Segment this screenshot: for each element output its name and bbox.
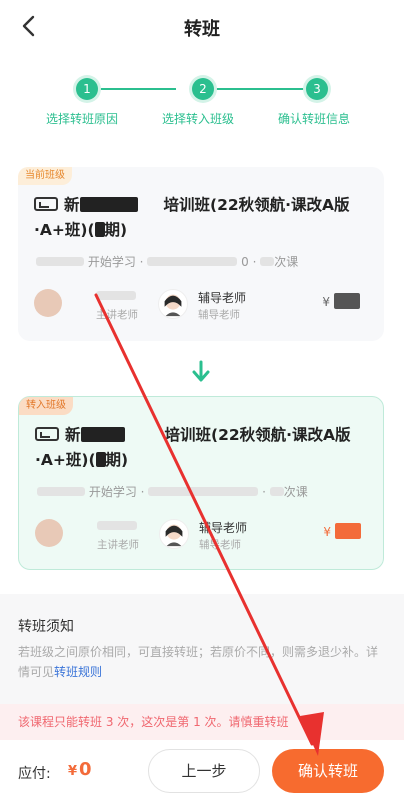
current-class-card: 当前班级 新培训班(22秋领航·课改A版·A+班)(期) 开始学习 · 0 · … (18, 167, 384, 341)
teacher-role: 主讲老师 (97, 539, 139, 551)
step-2-label: 选择转入班级 (162, 112, 235, 126)
step-3-circle: 3 (306, 78, 328, 100)
current-class-tag: 当前班级 (18, 167, 72, 185)
current-class-price: ¥ (322, 293, 360, 309)
target-class-meta: 开始学习 · · 次课 (37, 483, 308, 500)
down-arrow-icon (190, 360, 212, 384)
avatar (158, 289, 188, 319)
teacher-role: 辅导老师 (198, 309, 240, 321)
redacted-block (80, 427, 125, 442)
notice-text: 若班级之间原价相同，可直接转班；若原价不同，则需多退少补。详情可见转班规则 (18, 645, 379, 679)
prev-step-button[interactable]: 上一步 (148, 749, 260, 793)
teacher-role: 辅导老师 (199, 539, 241, 551)
transfer-notice: 转班须知 若班级之间原价相同，可直接转班；若原价不同，则需多退少补。详情可见转班… (0, 594, 404, 704)
teacher-name: 辅导老师 (198, 291, 247, 305)
target-class-teachers: 主讲老师 辅导老师 辅导老师 ¥ (35, 517, 375, 557)
target-class-name: 新培训班(22秋领航·课改A版·A+班)(期) (35, 426, 351, 469)
step-indicator: 1 2 3 选择转班原因 选择转入班级 确认转班信息 (0, 78, 404, 138)
bottom-bar: 应付: ¥0 上一步 确认转班 (0, 740, 404, 804)
redacted-block (95, 452, 106, 467)
step-3-label: 确认转班信息 (278, 112, 351, 126)
avatar (159, 519, 189, 549)
step-1-label: 选择转班原因 (46, 112, 119, 126)
teacher-name: 辅导老师 (199, 521, 248, 535)
notice-title: 转班须知 (18, 619, 74, 635)
transfer-limit-warning: 该课程只能转班 3 次，这次是第 1 次。请慎重转班 (0, 704, 404, 740)
step-connector (214, 88, 306, 90)
confirm-transfer-button[interactable]: 确认转班 (272, 749, 384, 793)
class-icon (35, 427, 59, 441)
step-1-circle: 1 (76, 78, 98, 100)
pay-label: 应付: (18, 766, 51, 782)
teacher-role: 主讲老师 (96, 309, 138, 321)
pay-amount: ¥0 (68, 759, 92, 780)
redacted-block (79, 197, 138, 212)
avatar (35, 519, 63, 547)
target-class-tag: 转入班级 (19, 397, 73, 415)
target-class-price: ¥ (323, 523, 361, 539)
step-2-circle: 2 (192, 78, 214, 100)
transfer-rules-link[interactable]: 转班规则 (54, 665, 102, 679)
step-connector (98, 88, 176, 90)
target-class-card[interactable]: 转入班级 新培训班(22秋领航·课改A版·A+班)(期) 开始学习 · · 次课… (18, 396, 384, 570)
current-class-name: 新培训班(22秋领航·课改A版·A+班)(期) (34, 196, 350, 239)
current-class-teachers: 主讲老师 辅导老师 辅导老师 ¥ (34, 287, 374, 327)
class-icon (34, 197, 58, 211)
page-title: 转班 (184, 19, 220, 40)
current-class-meta: 开始学习 · 0 · 次课 (36, 253, 298, 270)
header: 转班 (0, 0, 404, 54)
redacted-block (94, 222, 105, 237)
avatar (34, 289, 62, 317)
